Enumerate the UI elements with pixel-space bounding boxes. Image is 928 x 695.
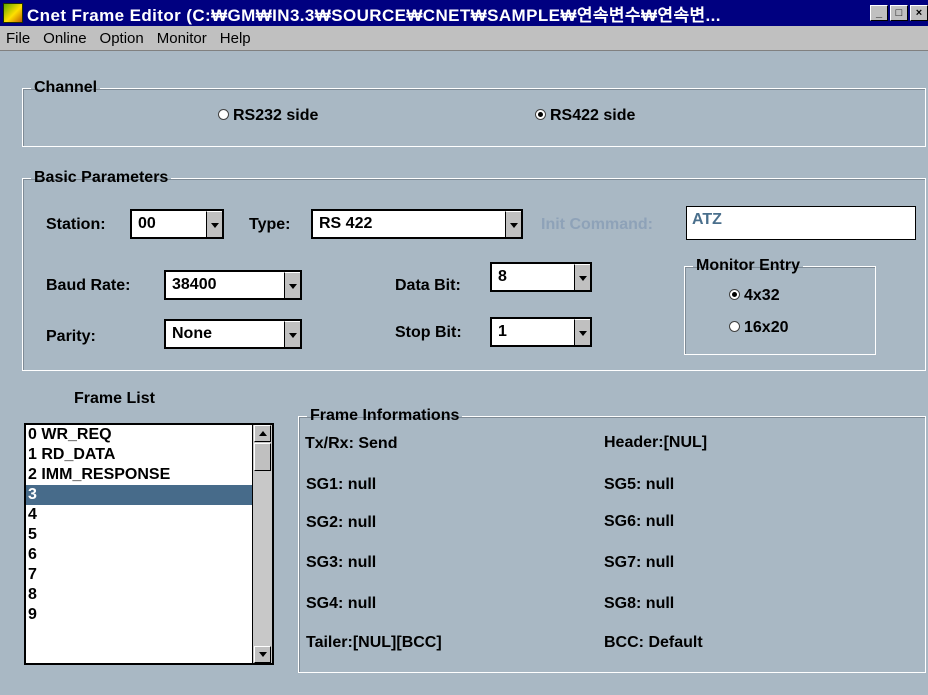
station-label: Station: bbox=[46, 216, 106, 233]
parity-select[interactable]: None bbox=[164, 319, 302, 349]
sg3-text: SG3: null bbox=[306, 554, 377, 571]
station-value: 00 bbox=[138, 215, 156, 232]
baud-rate-select[interactable]: 38400 bbox=[164, 270, 302, 300]
basic-parameters-legend: Basic Parameters bbox=[34, 169, 169, 186]
radio-rs422-label: RS422 side bbox=[550, 107, 636, 124]
type-value: RS 422 bbox=[319, 215, 373, 232]
frame-list-item[interactable]: 1 RD_DATA bbox=[26, 445, 252, 465]
stop-bit-label: Stop Bit: bbox=[395, 324, 462, 341]
sg1-text: SG1: null bbox=[306, 476, 377, 493]
scroll-thumb[interactable] bbox=[254, 443, 271, 471]
type-select[interactable]: RS 422 bbox=[311, 209, 523, 239]
menu-help[interactable]: Help bbox=[214, 30, 258, 47]
frame-listbox[interactable]: 0 WR_REQ 1 RD_DATA 2 IMM_RESPONSE 3 4 5 6 7 8 9 bbox=[24, 423, 274, 665]
parity-value: None bbox=[172, 325, 212, 342]
monitor-entry-group: Monitor Entry bbox=[684, 257, 876, 355]
scroll-up-icon[interactable] bbox=[254, 425, 271, 442]
station-select[interactable]: 00 bbox=[130, 209, 224, 239]
data-bit-dropdown-icon[interactable] bbox=[574, 264, 590, 290]
radio-16x20-indicator[interactable] bbox=[729, 321, 740, 333]
type-dropdown-icon[interactable] bbox=[505, 211, 521, 237]
frame-info-legend: Frame Informations bbox=[310, 407, 460, 424]
sg5-text: SG5: null bbox=[604, 476, 675, 493]
stop-bit-dropdown-icon[interactable] bbox=[574, 319, 590, 345]
txrx-text: Tx/Rx: Send bbox=[305, 435, 398, 452]
client-area: Channel RS232 side RS422 side Basic Para… bbox=[0, 51, 928, 695]
radio-rs422[interactable]: RS422 side bbox=[535, 107, 635, 125]
radio-16x20[interactable]: 16x20 bbox=[729, 319, 789, 337]
menu-online[interactable]: Online bbox=[37, 30, 93, 47]
frame-list-scrollbar[interactable] bbox=[252, 425, 272, 663]
frame-list-item[interactable]: 7 bbox=[26, 565, 252, 585]
close-button[interactable]: × bbox=[910, 5, 928, 21]
frame-list-item[interactable]: 3 bbox=[26, 485, 252, 505]
app-icon[interactable] bbox=[3, 3, 23, 23]
baud-rate-value: 38400 bbox=[172, 276, 217, 293]
sg4-text: SG4: null bbox=[306, 595, 377, 612]
radio-rs232[interactable]: RS232 side bbox=[218, 107, 318, 125]
sg6-text: SG6: null bbox=[604, 513, 675, 530]
frame-list-item[interactable]: 6 bbox=[26, 545, 252, 565]
data-bit-label: Data Bit: bbox=[395, 277, 461, 294]
station-dropdown-icon[interactable] bbox=[206, 211, 222, 237]
radio-16x20-label: 16x20 bbox=[744, 319, 789, 336]
header-text: Header:[NUL] bbox=[604, 434, 708, 451]
baud-rate-label: Baud Rate: bbox=[46, 277, 131, 294]
parity-dropdown-icon[interactable] bbox=[284, 321, 300, 347]
frame-list-item[interactable]: 8 bbox=[26, 585, 252, 605]
maximize-button[interactable]: □ bbox=[890, 5, 908, 21]
menu-file[interactable]: File bbox=[0, 30, 37, 47]
radio-rs232-indicator[interactable] bbox=[218, 109, 229, 121]
scroll-down-icon[interactable] bbox=[254, 646, 271, 663]
radio-rs422-indicator[interactable] bbox=[535, 109, 546, 121]
radio-4x32[interactable]: 4x32 bbox=[729, 287, 780, 305]
init-command-label: Init Command: bbox=[541, 216, 653, 233]
radio-4x32-label: 4x32 bbox=[744, 287, 780, 304]
sg2-text: SG2: null bbox=[306, 514, 377, 531]
parity-label: Parity: bbox=[46, 328, 96, 345]
init-command-input[interactable]: ATZ bbox=[686, 206, 916, 240]
stop-bit-value: 1 bbox=[498, 323, 507, 340]
data-bit-value: 8 bbox=[498, 268, 507, 285]
frame-list-item[interactable]: 9 bbox=[26, 605, 252, 625]
radio-4x32-indicator[interactable] bbox=[729, 289, 740, 301]
stop-bit-select[interactable]: 1 bbox=[490, 317, 592, 347]
sg7-text: SG7: null bbox=[604, 554, 675, 571]
frame-list-item[interactable]: 4 bbox=[26, 505, 252, 525]
monitor-entry-legend: Monitor Entry bbox=[696, 257, 800, 274]
frame-list-label: Frame List bbox=[74, 390, 155, 407]
menu-bar: File Online Option Monitor Help bbox=[0, 26, 928, 51]
minimize-button[interactable]: _ bbox=[870, 5, 888, 21]
menu-monitor[interactable]: Monitor bbox=[151, 30, 214, 47]
baud-rate-dropdown-icon[interactable] bbox=[284, 272, 300, 298]
frame-list-item[interactable]: 0 WR_REQ bbox=[26, 425, 252, 445]
tailer-text: Tailer:[NUL][BCC] bbox=[306, 634, 442, 651]
window-title: Cnet Frame Editor (C:₩GM₩IN3.3₩SOURCE₩CN… bbox=[27, 5, 721, 25]
bcc-text: BCC: Default bbox=[604, 634, 703, 651]
title-bar[interactable]: Cnet Frame Editor (C:₩GM₩IN3.3₩SOURCE₩CN… bbox=[0, 0, 928, 26]
data-bit-select[interactable]: 8 bbox=[490, 262, 592, 292]
frame-list-item[interactable]: 5 bbox=[26, 525, 252, 545]
init-command-value: ATZ bbox=[692, 211, 722, 228]
radio-rs232-label: RS232 side bbox=[233, 107, 319, 124]
channel-group: Channel bbox=[22, 79, 926, 147]
type-label: Type: bbox=[249, 216, 291, 233]
channel-legend: Channel bbox=[34, 79, 98, 96]
frame-list-items: 0 WR_REQ 1 RD_DATA 2 IMM_RESPONSE 3 4 5 6 7 8 9 bbox=[26, 425, 272, 625]
frame-list-item[interactable]: 2 IMM_RESPONSE bbox=[26, 465, 252, 485]
sg8-text: SG8: null bbox=[604, 595, 675, 612]
menu-option[interactable]: Option bbox=[94, 30, 151, 47]
